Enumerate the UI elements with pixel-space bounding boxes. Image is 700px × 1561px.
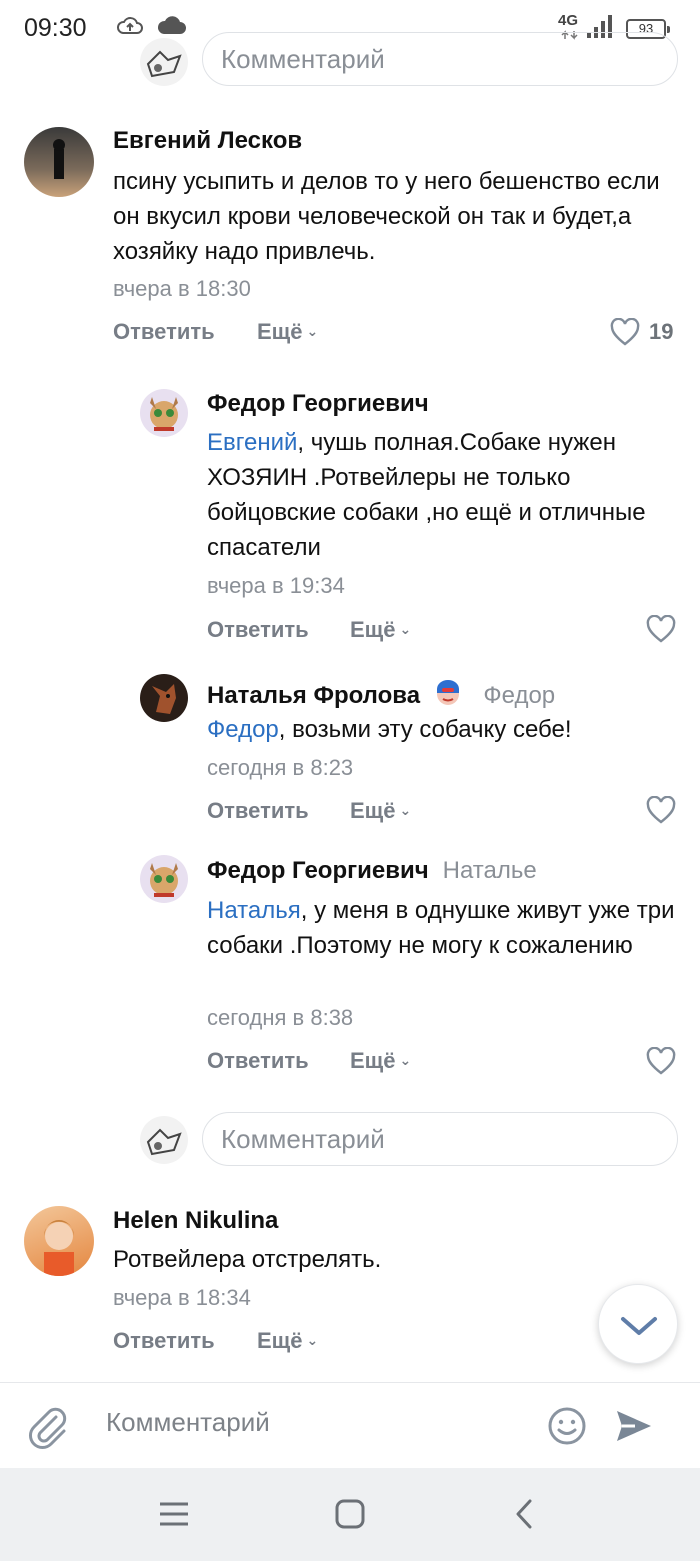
send-icon[interactable] — [613, 1405, 655, 1447]
mention-link[interactable]: Евгений — [207, 429, 297, 456]
composer-input[interactable]: Комментарий — [106, 1407, 270, 1438]
comment-author[interactable]: Евгений Лесков — [113, 127, 302, 155]
comment-author[interactable]: Федор Георгиевич Наталье — [207, 857, 537, 885]
heart-icon[interactable] — [646, 796, 676, 824]
heart-icon[interactable] — [646, 1047, 676, 1075]
more-label: Ещё — [350, 617, 396, 642]
reply-to-label[interactable]: Наталье — [443, 857, 537, 884]
emoji-icon[interactable] — [547, 1406, 587, 1446]
chevron-down-icon: ⌄ — [399, 1052, 412, 1068]
comment-time: сегодня в 8:38 — [207, 1005, 354, 1030]
reply-button[interactable]: Ответить — [207, 1048, 309, 1074]
cloud-upload-icon — [117, 17, 143, 34]
comment-time: вчера в 18:30 — [113, 276, 251, 301]
recent-apps-icon[interactable] — [158, 1500, 190, 1528]
comment-author[interactable]: Федор Георгиевич — [207, 390, 429, 418]
like-count: 19 — [649, 319, 674, 344]
more-button[interactable]: Ещё ⌄ — [257, 1328, 318, 1354]
comment-composer: Комментарий — [0, 1382, 700, 1468]
comment-text: Евгений, чушь полная.Собаке нужен ХОЗЯИН… — [207, 425, 687, 565]
back-icon[interactable] — [512, 1498, 536, 1530]
comment-body: , возьми эту собачку себе! — [278, 716, 572, 743]
avatar-evgeny[interactable] — [24, 127, 94, 197]
more-label: Ещё — [350, 1048, 396, 1073]
more-label: Ещё — [257, 319, 303, 344]
more-button[interactable]: Ещё ⌄ — [257, 319, 318, 345]
chevron-down-icon: ⌄ — [306, 323, 319, 339]
home-icon[interactable] — [334, 1498, 366, 1530]
avatar-fedor[interactable] — [140, 389, 188, 437]
comment-author[interactable]: Наталья Фролова Федор — [207, 677, 555, 710]
author-name: Наталья Фролова — [207, 682, 421, 709]
reply-button[interactable]: Ответить — [113, 319, 215, 345]
more-label: Ещё — [350, 798, 396, 823]
heart-icon[interactable] — [610, 318, 640, 346]
comment-text: Ротвейлера отстрелять. — [113, 1246, 382, 1273]
cloud-icon — [157, 16, 186, 34]
more-button[interactable]: Ещё ⌄ — [350, 617, 411, 643]
comment-text: псину усыпить и делов то у него бешенств… — [113, 168, 660, 265]
avatar-natalya[interactable] — [140, 674, 188, 722]
comment-author[interactable]: Helen Nikulina — [113, 1207, 278, 1235]
comment-text: Наталья, у меня в однушке живут уже три … — [207, 893, 687, 963]
mention-link[interactable]: Наталья — [207, 897, 301, 924]
paperclip-icon[interactable] — [26, 1403, 70, 1451]
chevron-down-icon: ⌄ — [306, 1332, 319, 1348]
comment-time: вчера в 18:34 — [113, 1285, 251, 1310]
avatar-helen[interactable] — [24, 1206, 94, 1276]
status-time: 09:30 — [24, 14, 87, 42]
reply-to-label[interactable]: Федор — [483, 682, 555, 709]
author-name: Федор Георгиевич — [207, 857, 429, 884]
more-label: Ещё — [257, 1328, 303, 1353]
own-avatar — [140, 38, 188, 86]
reply-button[interactable]: Ответить — [113, 1328, 215, 1354]
comment-input-thread[interactable]: Комментарий — [202, 1112, 678, 1166]
chevron-down-icon — [621, 1317, 657, 1335]
more-button[interactable]: Ещё ⌄ — [350, 1048, 411, 1074]
chevron-down-icon: ⌄ — [399, 802, 412, 818]
reply-button[interactable]: Ответить — [207, 617, 309, 643]
comment-text: Федор, возьми эту собачку себе! — [207, 712, 687, 747]
chevron-down-icon: ⌄ — [399, 621, 412, 637]
network-type: 4G — [558, 12, 579, 29]
heart-icon[interactable] — [646, 615, 676, 643]
reply-button[interactable]: Ответить — [207, 798, 309, 824]
avatar-fedor[interactable] — [140, 855, 188, 903]
scroll-down-button[interactable] — [598, 1284, 678, 1364]
own-avatar — [140, 1116, 188, 1164]
comment-time: вчера в 19:34 — [207, 573, 345, 598]
mask-emoji-icon — [436, 680, 459, 705]
comment-input-top[interactable]: Комментарий — [202, 32, 678, 86]
system-nav-bar — [0, 1468, 700, 1561]
comment-time: сегодня в 8:23 — [207, 755, 354, 780]
more-button[interactable]: Ещё ⌄ — [350, 798, 411, 824]
mention-link[interactable]: Федор — [207, 716, 279, 743]
